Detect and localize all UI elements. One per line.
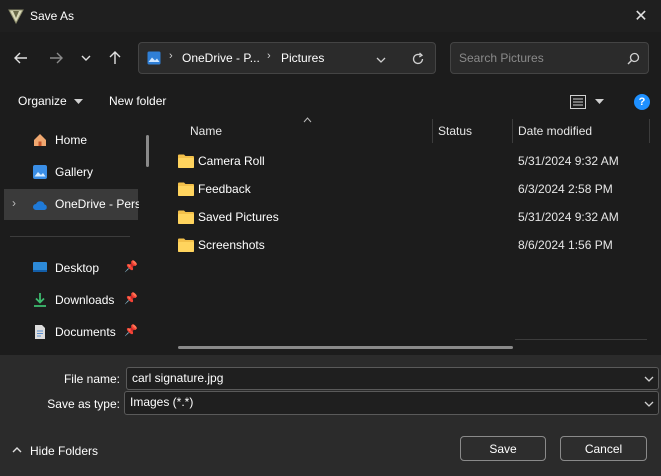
file-row[interactable]: Saved Pictures 5/31/2024 9:32 AM — [170, 203, 648, 231]
organize-label: Organize — [18, 94, 67, 108]
file-name-label: File name: — [63, 372, 120, 386]
folder-icon — [178, 154, 194, 168]
list-divider — [515, 339, 647, 340]
search-input[interactable] — [459, 50, 619, 66]
folder-icon — [178, 210, 194, 224]
file-name: Feedback — [198, 182, 251, 196]
chevron-right-icon: › — [169, 50, 173, 62]
arrow-left-icon — [14, 52, 27, 64]
file-date: 5/31/2024 9:32 AM — [518, 154, 619, 168]
cancel-button[interactable]: Cancel — [560, 436, 647, 461]
sidebar-item-label: Gallery — [55, 165, 94, 179]
breadcrumb-onedrive[interactable]: OneDrive - P... — [182, 51, 260, 65]
arrow-up-icon — [109, 51, 121, 64]
search-box[interactable] — [450, 42, 649, 74]
pin-icon[interactable]: 📌 — [124, 260, 138, 273]
sidebar-item-label: Home — [55, 133, 88, 147]
recent-locations-button[interactable] — [72, 44, 100, 72]
app-icon — [8, 9, 24, 24]
address-bar[interactable]: › OneDrive - P... › Pictures — [138, 42, 436, 74]
chevron-up-icon — [12, 447, 22, 453]
command-bar — [0, 88, 661, 116]
back-button[interactable] — [7, 44, 35, 72]
file-date: 6/3/2024 2:58 PM — [518, 182, 613, 196]
sidebar-item-home[interactable]: Home — [4, 126, 138, 154]
new-folder-button[interactable]: New folder — [109, 94, 166, 108]
column-header-date-modified[interactable]: Date modified — [518, 124, 592, 138]
pin-icon[interactable]: 📌 — [124, 292, 138, 305]
list-view-icon — [570, 95, 586, 109]
save-type-select[interactable]: Images (*.*) — [124, 391, 659, 415]
sidebar-item-gallery[interactable]: Gallery — [4, 158, 138, 186]
downloads-icon — [34, 293, 46, 307]
save-type-value: Images (*.*) — [130, 395, 194, 409]
file-row[interactable]: Camera Roll 5/31/2024 9:32 AM — [170, 147, 648, 175]
hide-folders-label: Hide Folders — [30, 444, 99, 458]
file-row[interactable]: Screenshots 8/6/2024 1:56 PM — [170, 231, 648, 259]
column-divider[interactable] — [512, 119, 513, 143]
home-icon — [34, 134, 46, 146]
column-divider[interactable] — [649, 119, 650, 143]
save-button[interactable]: Save — [460, 436, 546, 461]
file-name: Camera Roll — [198, 154, 265, 168]
sidebar-divider — [10, 236, 130, 237]
file-name-field[interactable] — [126, 367, 659, 390]
cloud-icon — [33, 201, 47, 210]
up-button[interactable] — [101, 44, 129, 72]
file-row[interactable]: Feedback 6/3/2024 2:58 PM — [170, 175, 648, 203]
horizontal-scrollbar[interactable] — [178, 346, 513, 349]
file-name: Saved Pictures — [198, 210, 279, 224]
window-title: Save As — [30, 9, 75, 23]
file-name: Screenshots — [198, 238, 265, 252]
view-options-button[interactable] — [568, 93, 604, 111]
file-date: 5/31/2024 9:32 AM — [518, 210, 619, 224]
file-name-input[interactable] — [132, 371, 632, 385]
forward-button[interactable] — [42, 44, 70, 72]
close-icon: ✕ — [634, 8, 648, 25]
pin-icon[interactable]: 📌 — [124, 324, 138, 337]
title-bar — [0, 0, 661, 32]
chevron-right-icon: › — [267, 50, 271, 62]
caret-down-icon — [74, 98, 84, 104]
sidebar-item-documents[interactable]: Documents 📌 — [4, 318, 138, 346]
save-type-label: Save as type: — [47, 397, 120, 411]
folder-icon — [178, 238, 194, 252]
breadcrumb-pictures[interactable]: Pictures — [281, 51, 324, 65]
documents-icon — [35, 325, 45, 339]
close-button[interactable]: ✕ — [629, 4, 653, 28]
chevron-down-icon[interactable] — [644, 374, 654, 384]
refresh-icon[interactable] — [411, 52, 425, 66]
sidebar-item-onedrive[interactable]: › OneDrive - Perso — [4, 189, 139, 220]
sidebar-scrollbar[interactable] — [146, 135, 149, 167]
caret-down-icon — [595, 99, 604, 104]
gallery-icon — [33, 165, 47, 179]
chevron-down-icon[interactable] — [375, 54, 387, 66]
organize-button[interactable]: Organize — [18, 94, 84, 108]
chevron-down-icon — [81, 55, 91, 61]
chevron-down-icon — [644, 401, 654, 407]
desktop-icon — [33, 262, 47, 272]
search-icon — [627, 52, 640, 65]
sidebar-item-desktop[interactable]: Desktop 📌 — [4, 254, 138, 282]
column-header-name[interactable]: Name — [190, 124, 222, 138]
sort-ascending-icon — [303, 117, 312, 123]
column-header-status[interactable]: Status — [438, 124, 472, 138]
pictures-folder-icon — [147, 51, 161, 65]
sidebar-item-label: OneDrive - Perso — [55, 197, 139, 211]
column-divider[interactable] — [432, 119, 433, 143]
sidebar-item-downloads[interactable]: Downloads 📌 — [4, 286, 138, 314]
folder-icon — [178, 182, 194, 196]
help-icon[interactable]: ? — [634, 94, 650, 110]
file-date: 8/6/2024 1:56 PM — [518, 238, 613, 252]
expand-chevron-icon[interactable]: › — [12, 196, 16, 210]
arrow-right-icon — [50, 52, 63, 64]
